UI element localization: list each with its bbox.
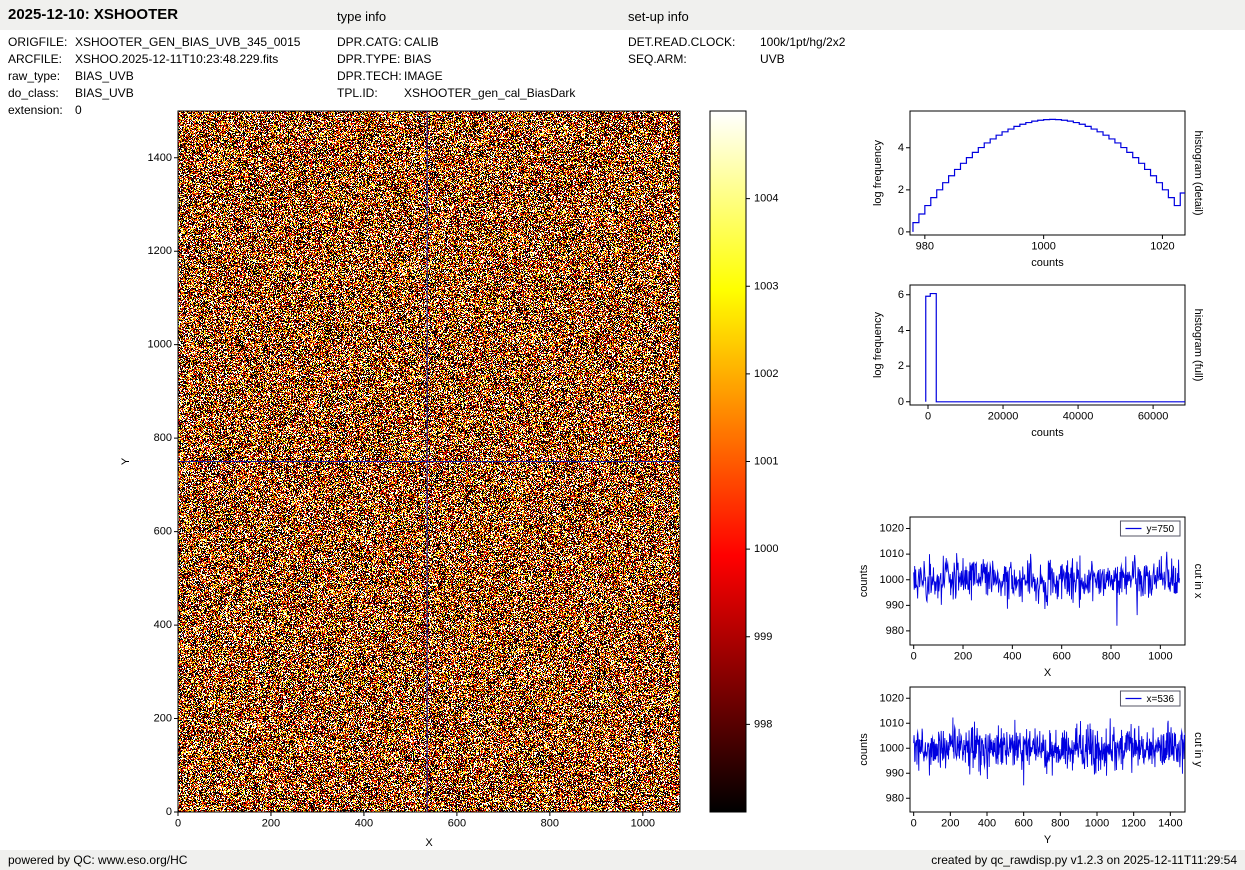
cut-in-y-figure <box>850 670 1222 850</box>
figures-area <box>0 0 1245 870</box>
histogram-detail-figure <box>850 95 1222 295</box>
bias-image-figure <box>110 95 730 850</box>
footer-bar: powered by QC: www.eso.org/HC created by… <box>0 850 1245 870</box>
histogram-full-figure-canvas <box>850 270 1222 470</box>
colorbar-figure <box>700 95 792 850</box>
footer-credit-right: created by qc_rawdisp.py v1.2.3 on 2025-… <box>931 853 1237 867</box>
footer-credit-left: powered by QC: www.eso.org/HC <box>8 853 187 867</box>
cut-in-x-figure <box>850 500 1222 690</box>
cut-in-y-figure-canvas <box>850 670 1222 850</box>
colorbar-figure-canvas <box>700 95 792 850</box>
bias-image-figure-canvas <box>110 95 730 850</box>
cut-in-x-figure-canvas <box>850 500 1222 690</box>
histogram-detail-figure-canvas <box>850 95 1222 295</box>
histogram-full-figure <box>850 270 1222 470</box>
